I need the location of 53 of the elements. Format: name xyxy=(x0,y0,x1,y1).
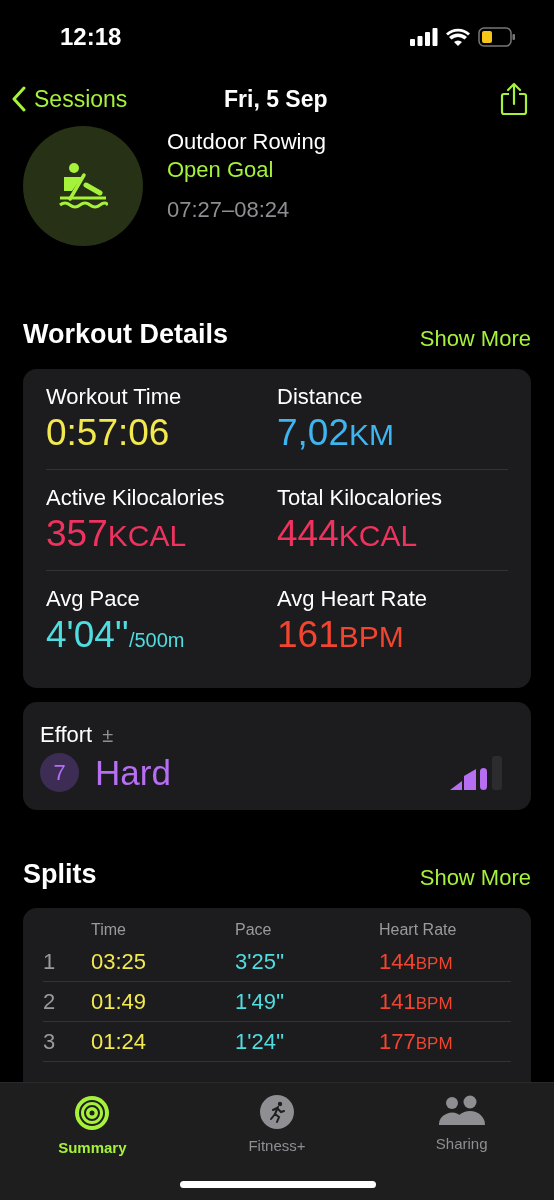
tab[interactable]: Sharing xyxy=(369,1083,554,1163)
split-pace: 1'24'' xyxy=(235,1028,286,1056)
tab[interactable]: Fitness+ xyxy=(184,1083,370,1163)
runner-icon xyxy=(260,1095,294,1129)
nav-title: Fri, 5 Sep xyxy=(224,84,328,114)
column-header: Heart Rate xyxy=(379,920,458,940)
effort-card[interactable]: Effort ± 7 Hard xyxy=(23,701,531,810)
split-pace: 1'49'' xyxy=(235,988,286,1016)
metric-value: 7,02KM xyxy=(277,410,395,455)
effort-rating: Hard xyxy=(95,751,171,794)
metric-label: Total Kilocalories xyxy=(277,483,444,512)
metric-value: 161BPM xyxy=(277,612,405,657)
split-number: 1 xyxy=(43,948,57,976)
back-chevron-icon xyxy=(12,86,26,112)
signal-icon xyxy=(410,28,438,46)
rings-icon xyxy=(74,1095,111,1131)
metric-value: 444KCAL xyxy=(277,511,419,556)
split-time: 03:25 xyxy=(91,948,148,976)
section-title: Workout Details xyxy=(23,318,229,351)
split-heart-rate: 144BPM xyxy=(379,948,454,976)
section-title: Splits xyxy=(23,857,97,891)
split-number: 3 xyxy=(43,1028,57,1056)
metric-label: Avg Heart Rate xyxy=(277,584,428,613)
battery-icon xyxy=(478,27,516,47)
adjust-icon[interactable]: ± xyxy=(102,719,114,750)
split-time: 01:49 xyxy=(91,988,148,1016)
show-more-link[interactable]: Show More xyxy=(419,321,531,355)
people-icon xyxy=(438,1095,485,1127)
split-heart-rate: 141BPM xyxy=(379,988,454,1016)
metric-label: Active Kilocalories xyxy=(46,483,226,512)
tab[interactable]: Summary xyxy=(0,1083,185,1163)
split-number: 2 xyxy=(43,988,57,1016)
split-time: 01:24 xyxy=(91,1028,148,1056)
metric-value: 0:57:06 xyxy=(46,410,171,455)
metric-label: Workout Time xyxy=(46,382,183,411)
show-more-link[interactable]: Show More xyxy=(419,861,531,894)
wifi-icon xyxy=(446,28,470,46)
workout-goal: Open Goal xyxy=(167,156,275,184)
back-button[interactable]: Sessions xyxy=(12,81,128,117)
split-pace: 3'25'' xyxy=(235,948,286,976)
column-header: Time xyxy=(91,920,127,940)
split-heart-rate: 177BPM xyxy=(379,1028,454,1056)
workout-time-range: 07:27–08:24 xyxy=(167,196,291,224)
effort-label: Effort xyxy=(40,720,93,749)
effort-score: 7 xyxy=(40,753,79,792)
metric-label: Distance xyxy=(277,382,364,411)
workout-name: Outdoor Rowing xyxy=(167,128,326,156)
share-icon[interactable] xyxy=(500,82,528,116)
metric-label: Avg Pace xyxy=(46,584,141,613)
column-header: Pace xyxy=(235,920,273,940)
metric-value: 357KCAL xyxy=(46,511,188,556)
metric-value: 4'04''/500m xyxy=(46,612,186,657)
status-time: 12:18 xyxy=(60,22,122,52)
